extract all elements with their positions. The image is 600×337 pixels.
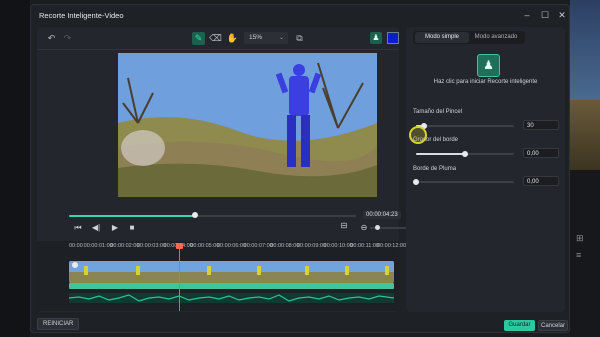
- mode-tabs: Modo simple Modo avanzado: [413, 31, 525, 44]
- timeline-tick-label: 00:00:05:00: [190, 243, 220, 249]
- timeline-tick-label: 00:00:01:00: [83, 243, 113, 249]
- titlebar: Recorte Inteligente-Video – ☐ ✕: [31, 5, 569, 25]
- audio-waveform: [68, 294, 395, 302]
- background-menu-icon: ≡: [576, 250, 582, 260]
- background-app-right: ⊞ ≡: [570, 0, 600, 337]
- reset-button[interactable]: REINICIAR: [37, 318, 80, 330]
- edge-thickness-fill: [416, 153, 465, 155]
- background-app-left: [0, 0, 30, 337]
- save-button[interactable]: Guardar: [504, 320, 535, 331]
- timeline-tick-label: 00:00:02:00: [110, 243, 140, 249]
- feather-edge-knob[interactable]: [413, 179, 419, 185]
- start-hint: Haz clic para iniciar Recorte inteligent…: [433, 79, 538, 85]
- tab-simple-mode[interactable]: Modo simple: [415, 32, 469, 43]
- timeline[interactable]: 00:00 00:00:01:00 00:00:02:00 00:00:03:00 00…: [37, 241, 406, 311]
- feather-edge-slider[interactable]: [413, 179, 514, 185]
- zoom-select[interactable]: 15% ⌄: [244, 32, 288, 44]
- video-clip-track[interactable]: [69, 261, 394, 283]
- clip-thumbnails: [69, 261, 394, 283]
- playback-handle[interactable]: [192, 212, 199, 218]
- timeline-tick-label: 00:00:08:00: [270, 243, 300, 249]
- brush-size-input[interactable]: 30: [523, 120, 559, 130]
- audio-waveform-track[interactable]: [68, 293, 395, 303]
- timeline-tick-label: 00:00:06:00: [217, 243, 247, 249]
- timeline-ruler: 00:00 00:00:01:00 00:00:02:00 00:00:03:00 00…: [69, 243, 406, 253]
- hand-icon[interactable]: ✋: [226, 32, 239, 45]
- current-timecode: 00:00:04:23: [363, 211, 401, 219]
- video-preview[interactable]: [118, 53, 377, 197]
- maximize-button[interactable]: ☐: [539, 9, 551, 21]
- editor-toolbar: ↶ ↷ ✎ ⌫ ✋ 15% ⌄ ⧉ ♟: [37, 27, 399, 50]
- chevron-down-icon: ⌄: [278, 35, 284, 41]
- playback-progress: [69, 215, 196, 217]
- timeline-tick-label: 00:00:10:00: [323, 243, 353, 249]
- timeline-tick-label: 00:00:07:00: [243, 243, 273, 249]
- settings-panel: Modo simple Modo avanzado ♟ Haz clic par…: [406, 27, 565, 312]
- brush-size-label: Tamaño del Pincel: [413, 109, 463, 115]
- timeline-tick-label: 00:00:09:00: [297, 243, 327, 249]
- editor-panel: ↶ ↷ ✎ ⌫ ✋ 15% ⌄ ⧉ ♟ 00:00:04:23 ⏮ ◀| ▶ ■…: [37, 27, 422, 312]
- feather-edge-label: Borde de Pluma: [413, 166, 457, 172]
- feather-edge-input[interactable]: 0,00: [523, 176, 559, 186]
- smart-cutout-start-icon[interactable]: ♟: [477, 54, 500, 77]
- stop-icon[interactable]: ■: [127, 223, 137, 233]
- background-preview-sky: [570, 0, 600, 100]
- mask-track[interactable]: [69, 283, 394, 289]
- prev-frame-icon[interactable]: ⏮: [73, 223, 83, 233]
- timeline-zoom-knob[interactable]: [375, 225, 380, 230]
- eraser-icon[interactable]: ⌫: [209, 32, 222, 45]
- playhead[interactable]: [179, 245, 180, 311]
- close-button[interactable]: ✕: [556, 9, 568, 21]
- zoom-out-icon[interactable]: ⊖: [359, 223, 369, 233]
- playback-scrubber[interactable]: [69, 212, 356, 218]
- cancel-button[interactable]: Cancelar: [538, 320, 568, 331]
- undo-icon[interactable]: ↶: [45, 32, 58, 45]
- play-icon[interactable]: ▶: [110, 223, 120, 233]
- person-mask-icon[interactable]: ♟: [370, 32, 382, 44]
- mask-color-swatch[interactable]: [387, 32, 399, 44]
- zoom-value: 15%: [249, 34, 263, 41]
- timeline-tick-label: 00:00:11:00: [350, 243, 379, 249]
- timeline-tick-label: 00:00:12:00: [377, 243, 407, 249]
- smart-brush-icon[interactable]: ✎: [192, 32, 205, 45]
- fit-screen-icon[interactable]: ⊟: [339, 221, 349, 231]
- edge-thickness-input[interactable]: 0,00: [523, 148, 559, 158]
- timeline-tick-label: 00:00: [69, 243, 83, 249]
- compare-icon[interactable]: ⧉: [293, 32, 306, 45]
- edge-thickness-knob[interactable]: [462, 151, 468, 157]
- background-grid-icon: ⊞: [576, 233, 584, 243]
- edge-thickness-slider[interactable]: [416, 151, 514, 157]
- smart-cutout-dialog: Recorte Inteligente-Video – ☐ ✕ ↶ ↷ ✎ ⌫ …: [30, 4, 570, 333]
- brush-size-slider[interactable]: [416, 123, 514, 129]
- redo-icon[interactable]: ↷: [61, 32, 74, 45]
- minimize-button[interactable]: –: [521, 9, 533, 21]
- preview-frame: [118, 53, 377, 197]
- mouse-cursor-highlight: [409, 126, 427, 144]
- dialog-title: Recorte Inteligente-Video: [39, 11, 124, 20]
- timeline-tick-label: 00:00:03:00: [137, 243, 167, 249]
- tab-advanced-mode[interactable]: Modo avanzado: [469, 32, 523, 43]
- step-back-icon[interactable]: ◀|: [91, 223, 101, 233]
- background-preview-land: [570, 100, 600, 170]
